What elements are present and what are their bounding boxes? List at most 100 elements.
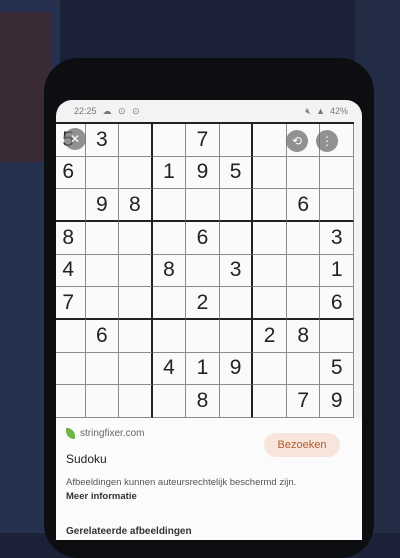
sudoku-cell[interactable] <box>286 222 321 255</box>
sudoku-cell[interactable] <box>320 156 354 190</box>
sudoku-cell[interactable]: 8 <box>56 222 86 255</box>
sudoku-cell[interactable] <box>56 320 86 353</box>
sudoku-cell[interactable] <box>286 352 321 386</box>
sudoku-cell[interactable] <box>85 222 120 255</box>
sudoku-cell[interactable]: 6 <box>186 222 220 255</box>
source-link[interactable]: stringfixer.com <box>66 428 144 439</box>
more-menu-icon[interactable]: ⋮ <box>316 130 338 152</box>
sudoku-cell[interactable] <box>286 287 321 320</box>
sudoku-cell[interactable]: 7 <box>286 385 321 418</box>
notification-icons: ☁ ⊙ ⊙ <box>102 105 142 116</box>
sudoku-cell[interactable]: 8 <box>186 385 220 418</box>
sudoku-cell[interactable]: 6 <box>56 156 86 190</box>
status-time: 22:25 <box>74 106 97 116</box>
sudoku-cell[interactable] <box>186 189 220 222</box>
sudoku-cell[interactable] <box>253 222 287 255</box>
sudoku-cell[interactable] <box>219 222 254 255</box>
sudoku-cell[interactable]: 2 <box>186 287 220 320</box>
sudoku-cell[interactable] <box>85 287 120 320</box>
sudoku-cell[interactable] <box>253 156 287 190</box>
sudoku-cell[interactable] <box>152 385 187 418</box>
sudoku-cell[interactable] <box>119 156 153 190</box>
sudoku-cell[interactable] <box>186 320 220 353</box>
sudoku-cell[interactable] <box>85 156 120 190</box>
status-bar: 22:25 ☁ ⊙ ⊙ 🔇︎ ▲ 42% <box>56 100 362 122</box>
sudoku-cell[interactable] <box>119 320 153 353</box>
sudoku-cell[interactable]: 7 <box>56 287 86 320</box>
sudoku-cell[interactable]: 9 <box>186 156 220 190</box>
sudoku-cell[interactable]: 1 <box>152 156 187 190</box>
sudoku-cell[interactable] <box>152 287 187 320</box>
sudoku-grid: 537619598686348317266284195879 <box>56 122 354 418</box>
visit-button[interactable]: Bezoeken <box>264 433 340 457</box>
sudoku-cell[interactable] <box>152 320 187 353</box>
sudoku-cell[interactable]: 8 <box>119 189 153 222</box>
status-right: 🔇︎ ▲ 42% <box>305 106 348 117</box>
sudoku-cell[interactable] <box>219 385 254 418</box>
sudoku-cell[interactable] <box>219 189 254 222</box>
sudoku-cell[interactable] <box>85 385 120 418</box>
phone-screen: 22:25 ☁ ⊙ ⊙ 🔇︎ ▲ 42% 5376195986863483172… <box>56 100 362 540</box>
share-icon[interactable]: ⟲ <box>286 130 308 152</box>
sudoku-cell[interactable] <box>320 189 354 222</box>
sudoku-cell[interactable]: 5 <box>320 352 354 386</box>
sudoku-cell[interactable] <box>119 254 153 288</box>
sudoku-cell[interactable] <box>186 254 220 288</box>
sudoku-cell[interactable]: 6 <box>286 189 321 222</box>
sudoku-cell[interactable] <box>152 222 187 255</box>
sudoku-cell[interactable] <box>85 352 120 386</box>
sudoku-cell[interactable] <box>219 287 254 320</box>
sudoku-cell[interactable] <box>119 124 153 157</box>
source-domain: stringfixer.com <box>80 428 145 439</box>
sudoku-cell[interactable]: 9 <box>85 189 120 222</box>
sudoku-cell[interactable]: 9 <box>219 352 254 386</box>
sudoku-cell[interactable] <box>152 189 187 222</box>
sudoku-cell[interactable] <box>152 124 187 157</box>
copyright-notice: Afbeeldingen kunnen auteursrechtelijk be… <box>66 476 318 504</box>
sudoku-cell[interactable]: 3 <box>219 254 254 288</box>
sudoku-cell[interactable] <box>253 352 287 386</box>
result-title[interactable]: Sudoku <box>66 452 107 466</box>
sudoku-cell[interactable] <box>253 287 287 320</box>
sudoku-cell[interactable] <box>119 287 153 320</box>
sudoku-cell[interactable] <box>119 352 153 386</box>
sudoku-cell[interactable]: 1 <box>186 352 220 386</box>
result-card: stringfixer.com Sudoku Bezoeken Afbeeldi… <box>56 418 362 540</box>
sudoku-cell[interactable]: 6 <box>320 287 354 320</box>
sudoku-cell[interactable] <box>286 254 321 288</box>
sudoku-cell[interactable]: 5 <box>219 156 254 190</box>
sudoku-cell[interactable]: 2 <box>253 320 287 353</box>
sudoku-cell[interactable] <box>85 254 120 288</box>
sudoku-cell[interactable] <box>119 222 153 255</box>
sudoku-cell[interactable]: 3 <box>320 222 354 255</box>
related-images-heading: Gerelateerde afbeeldingen <box>66 526 192 537</box>
notice-text: Afbeeldingen kunnen auteursrechtelijk be… <box>66 477 297 488</box>
sudoku-cell[interactable] <box>253 189 287 222</box>
battery-level: 42% <box>329 106 348 116</box>
sudoku-cell[interactable] <box>320 320 354 353</box>
sudoku-cell[interactable]: 8 <box>152 254 187 288</box>
sudoku-cell[interactable] <box>219 124 254 157</box>
close-icon[interactable]: ✕ <box>64 128 86 150</box>
sudoku-cell[interactable]: 8 <box>286 320 321 353</box>
sudoku-cell[interactable]: 6 <box>85 320 120 353</box>
sudoku-cell[interactable] <box>253 254 287 288</box>
site-favicon-icon <box>66 428 75 439</box>
sudoku-cell[interactable]: 1 <box>320 254 354 288</box>
sudoku-cell[interactable] <box>286 156 321 190</box>
sudoku-cell[interactable] <box>56 189 86 222</box>
sudoku-cell[interactable] <box>56 385 86 418</box>
sudoku-cell[interactable]: 3 <box>85 124 120 157</box>
mute-icon: 🔇︎ <box>305 105 312 116</box>
sudoku-cell[interactable]: 7 <box>186 124 220 157</box>
sudoku-cell[interactable]: 4 <box>56 254 86 288</box>
signal-icon: ▲ <box>316 106 325 116</box>
sudoku-cell[interactable]: 9 <box>320 385 354 418</box>
sudoku-cell[interactable] <box>253 124 287 157</box>
sudoku-cell[interactable] <box>253 385 287 418</box>
sudoku-cell[interactable] <box>56 352 86 386</box>
sudoku-cell[interactable] <box>119 385 153 418</box>
sudoku-cell[interactable]: 4 <box>152 352 187 386</box>
more-info-link[interactable]: Meer informatie <box>66 491 137 502</box>
sudoku-cell[interactable] <box>219 320 254 353</box>
